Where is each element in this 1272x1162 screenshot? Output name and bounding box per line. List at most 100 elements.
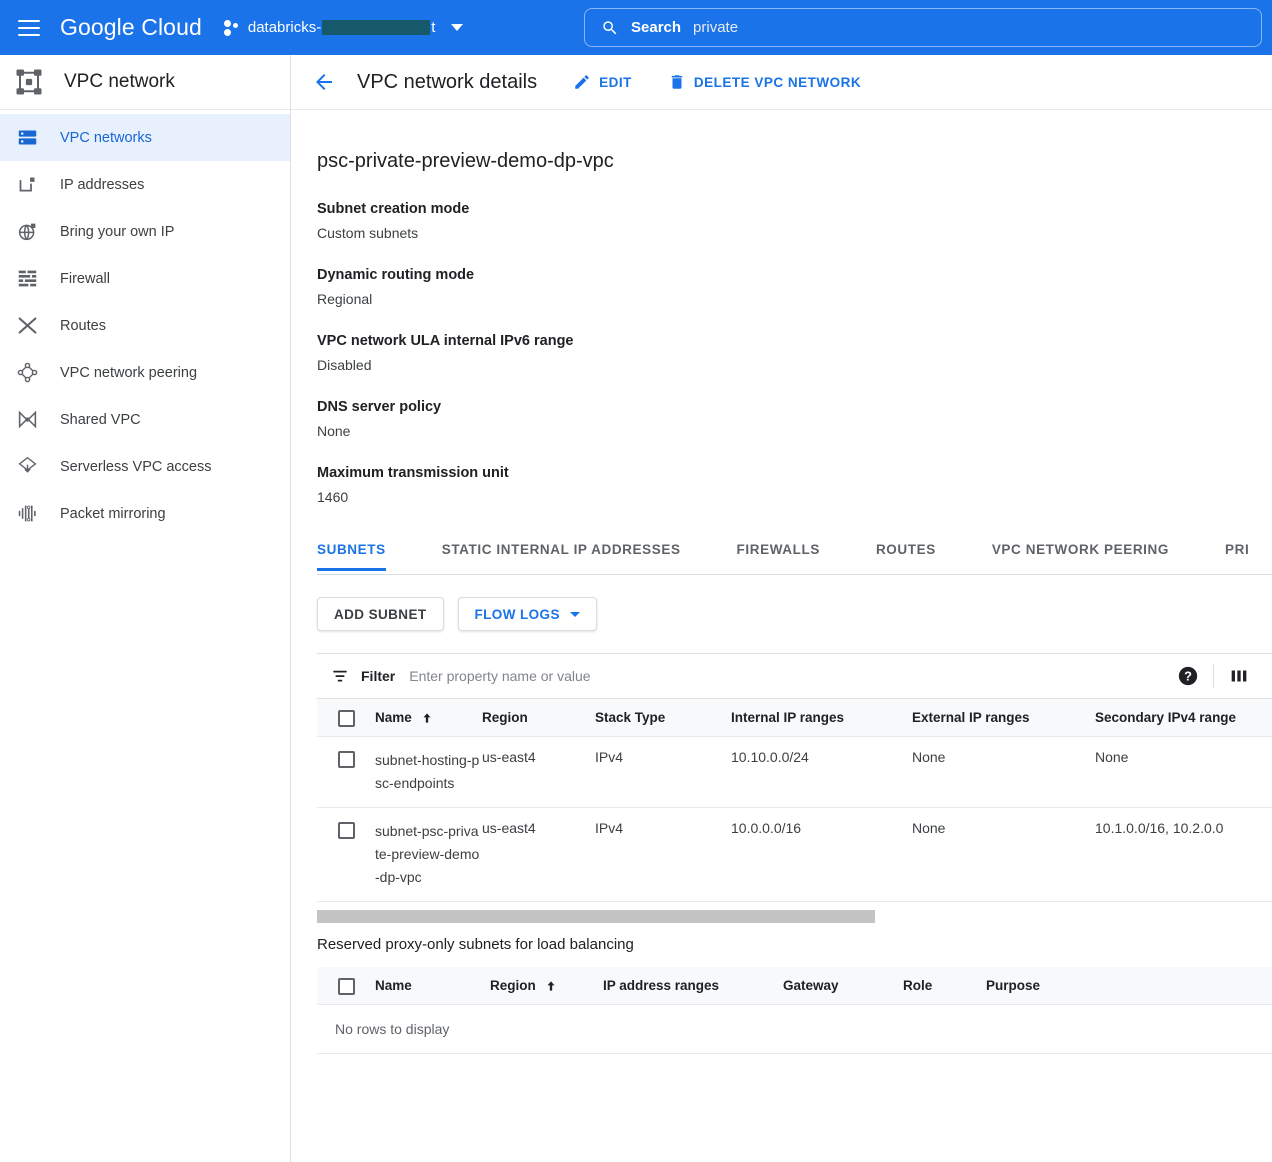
filter-label: Filter [361, 668, 396, 684]
sidebar-item-packet-mirroring[interactable]: Packet mirroring [0, 490, 290, 537]
property-value: Disabled [317, 357, 372, 373]
table-row[interactable]: subnet-psc-private-preview-demo-dp-vpc u… [317, 808, 1272, 902]
shared-vpc-icon [14, 408, 40, 432]
filter-icon[interactable] [331, 667, 349, 685]
column-header-ip-address-ranges[interactable]: IP address ranges [603, 978, 783, 993]
table-header-row: Name Region IP address ranges Gateway Ro… [317, 967, 1272, 1005]
property-ula-internal-ipv6-range: VPC network ULA internal IPv6 range Disa… [317, 333, 1272, 373]
project-selector[interactable]: databricks-t [223, 19, 464, 36]
toolbar-divider [1213, 664, 1214, 688]
tab-private-service-connection[interactable]: PRI [1225, 531, 1249, 570]
select-all-checkbox-cell [317, 708, 375, 727]
cell-internal-ip-ranges: 10.0.0.0/16 [731, 820, 802, 836]
sidebar-item-vpc-networks[interactable]: VPC networks [0, 114, 290, 161]
column-header-gateway[interactable]: Gateway [783, 978, 903, 993]
ip-addresses-icon [14, 173, 40, 197]
table-row[interactable]: subnet-hosting-psc-endpoints us-east4 IP… [317, 737, 1272, 808]
sidebar-item-firewall[interactable]: Firewall [0, 255, 290, 302]
column-header-purpose[interactable]: Purpose [986, 978, 1186, 993]
property-subnet-creation-mode: Subnet creation mode Custom subnets [317, 201, 1272, 241]
column-header-region[interactable]: Region [490, 978, 603, 993]
filter-tools: ? [1163, 664, 1272, 688]
subnets-toolbar: ADD SUBNET FLOW LOGS [317, 597, 1272, 631]
cell-secondary-ipv4-ranges: None [1095, 749, 1129, 765]
horizontal-scrollbar[interactable] [317, 902, 1272, 924]
column-header-internal-ip-ranges[interactable]: Internal IP ranges [731, 710, 912, 725]
edit-button-label: EDIT [599, 74, 632, 90]
project-name: databricks-t [248, 19, 436, 36]
empty-state-message: No rows to display [317, 1005, 1272, 1054]
row-checkbox-cell [317, 749, 375, 795]
sidebar-item-label: Bring your own IP [60, 223, 175, 240]
search-bar[interactable]: Search private [584, 8, 1262, 47]
sidebar-title: VPC network [64, 71, 175, 92]
column-header-external-ip-ranges[interactable]: External IP ranges [912, 710, 1095, 725]
sidebar-item-ip-addresses[interactable]: IP addresses [0, 161, 290, 208]
cell-stack-type: IPv4 [595, 749, 624, 765]
cell-name[interactable]: subnet-hosting-psc-endpoints [375, 749, 482, 795]
tab-firewalls[interactable]: FIREWALLS [737, 531, 820, 570]
select-all-checkbox-cell [317, 976, 375, 995]
cell-external-ip-ranges: None [912, 749, 946, 765]
sidebar-item-routes[interactable]: Routes [0, 302, 290, 349]
filter-input[interactable]: Enter property name or value [409, 668, 1163, 684]
table-header-row: Name Region Stack Type Internal IP range… [317, 699, 1272, 737]
pencil-icon [573, 73, 591, 91]
sidebar-item-bring-your-own-ip[interactable]: Bring your own IP [0, 208, 290, 255]
select-all-checkbox[interactable] [337, 978, 355, 995]
sidebar-item-serverless-vpc-access[interactable]: Serverless VPC access [0, 443, 290, 490]
cell-name[interactable]: subnet-psc-private-preview-demo-dp-vpc [375, 820, 482, 889]
sort-ascending-icon [420, 711, 434, 725]
column-header-name[interactable]: Name [375, 710, 482, 725]
row-checkbox[interactable] [337, 822, 355, 839]
add-subnet-button[interactable]: ADD SUBNET [317, 597, 444, 631]
scrollbar-thumb[interactable] [317, 910, 875, 923]
page-title: VPC network details [357, 70, 538, 93]
sidebar-item-label: Serverless VPC access [60, 458, 212, 475]
search-input[interactable]: private [693, 19, 738, 36]
tab-subnets[interactable]: SUBNETS [317, 531, 386, 571]
sidebar-item-label: VPC networks [60, 129, 152, 146]
chevron-down-icon[interactable] [451, 24, 464, 31]
property-label: VPC network ULA internal IPv6 range [317, 333, 574, 349]
subnets-table: Name Region Stack Type Internal IP range… [317, 699, 1272, 902]
sidebar-item-vpc-network-peering[interactable]: VPC network peering [0, 349, 290, 396]
svg-text:?: ? [1184, 669, 1192, 684]
column-header-label: Name [375, 710, 412, 725]
sidebar-item-label: Shared VPC [60, 411, 141, 428]
column-header-role[interactable]: Role [903, 978, 986, 993]
packet-mirroring-icon [14, 502, 40, 526]
tab-routes[interactable]: ROUTES [876, 531, 936, 570]
column-header-secondary-ipv4-ranges[interactable]: Secondary IPv4 range [1095, 710, 1272, 725]
google-cloud-logo[interactable]: Google Cloud [60, 14, 202, 41]
edit-button[interactable]: EDIT [573, 73, 632, 91]
sidebar-item-label: IP addresses [60, 176, 145, 193]
select-all-checkbox[interactable] [337, 710, 355, 727]
project-icon [223, 19, 240, 36]
vpc-network-details-page: Google Cloud databricks-t Search private [0, 0, 1272, 1162]
tab-vpc-network-peering[interactable]: VPC NETWORK PEERING [992, 531, 1169, 570]
column-header-name[interactable]: Name [375, 978, 490, 993]
sidebar-item-shared-vpc[interactable]: Shared VPC [0, 396, 290, 443]
property-label: Subnet creation mode [317, 201, 470, 217]
vpc-networks-icon [14, 126, 40, 150]
delete-vpc-network-button[interactable]: DELETE VPC NETWORK [668, 73, 861, 91]
proxy-subnets-title: Reserved proxy-only subnets for load bal… [317, 936, 634, 953]
top-app-bar: Google Cloud databricks-t Search private [0, 0, 1272, 55]
hamburger-icon[interactable] [18, 19, 40, 36]
back-arrow-icon[interactable] [312, 70, 336, 94]
row-checkbox[interactable] [337, 751, 355, 768]
cell-region: us-east4 [482, 749, 536, 765]
routes-icon [14, 314, 40, 338]
column-header-stack-type[interactable]: Stack Type [595, 710, 731, 725]
flow-logs-button[interactable]: FLOW LOGS [457, 597, 597, 631]
property-dns-server-policy: DNS server policy None [317, 399, 1272, 439]
add-subnet-label: ADD SUBNET [334, 606, 427, 622]
column-display-icon[interactable] [1228, 665, 1250, 687]
row-checkbox-cell [317, 820, 375, 889]
help-icon[interactable]: ? [1177, 665, 1199, 687]
property-label: Maximum transmission unit [317, 465, 509, 481]
column-header-region[interactable]: Region [482, 710, 595, 725]
project-name-prefix: databricks- [247, 19, 322, 36]
tab-static-internal-ip-addresses[interactable]: STATIC INTERNAL IP ADDRESSES [442, 531, 681, 570]
